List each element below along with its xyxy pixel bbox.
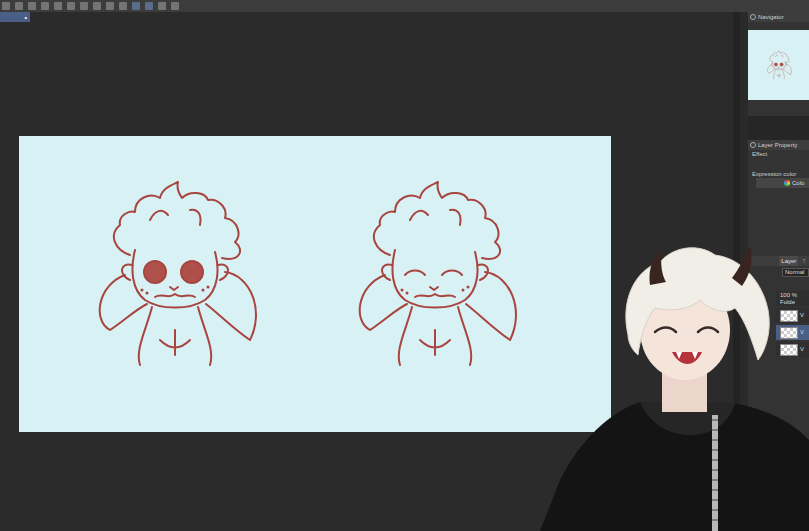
brush-preview	[748, 116, 809, 140]
layer-thumbnail	[780, 310, 798, 322]
tool-icon[interactable]	[132, 2, 140, 10]
tool-icon[interactable]	[2, 2, 10, 10]
tool-icon[interactable]	[54, 2, 62, 10]
layer-name: 100 %	[780, 292, 797, 299]
avatar-overlay	[540, 240, 809, 531]
layer-name: V	[800, 329, 804, 336]
layer-name: V	[800, 346, 804, 353]
chibi-sketch-icon	[350, 180, 520, 370]
layer-row[interactable]: V	[776, 308, 809, 323]
panel-title: Layer Property	[758, 141, 797, 149]
effect-label: Effect	[748, 150, 809, 158]
panel-title: Navigator	[758, 13, 784, 21]
chibi-sketch-icon	[90, 180, 260, 370]
panel-header[interactable]: Navigator	[748, 12, 809, 22]
workspace: •	[0, 12, 733, 531]
color-button[interactable]: Colo	[756, 178, 809, 188]
tool-icon[interactable]	[28, 2, 36, 10]
layer-row[interactable]: V	[776, 342, 809, 357]
tool-icon[interactable]	[93, 2, 101, 10]
navigator-thumbnail[interactable]	[748, 30, 809, 100]
tool-icon[interactable]	[106, 2, 114, 10]
panel-icon	[750, 142, 756, 148]
layer-row[interactable]: V	[776, 325, 809, 340]
blend-mode-value: Normal	[785, 269, 804, 276]
vtuber-avatar-icon	[540, 240, 809, 531]
scrollbar[interactable]	[733, 12, 740, 531]
tool-icon[interactable]	[15, 2, 23, 10]
color-button-label: Colo	[792, 179, 804, 187]
layer-tab[interactable]: Layer	[779, 256, 798, 266]
tool-icon[interactable]	[67, 2, 75, 10]
color-wheel-icon	[784, 180, 790, 186]
blend-mode-dropdown[interactable]: Normal	[782, 268, 809, 277]
layer-thumbnail	[780, 344, 798, 356]
tool-icon[interactable]	[145, 2, 153, 10]
tool-icon[interactable]	[80, 2, 88, 10]
layer-name: V	[800, 312, 804, 319]
layer-row[interactable]: 100 %Folde	[776, 291, 809, 306]
character-sketch	[90, 180, 260, 370]
thumbnail-sketch-icon	[766, 50, 792, 80]
panel-header[interactable]: Layer Property	[748, 140, 809, 150]
character-sketch	[350, 180, 520, 370]
expression-color-label: Expression color	[748, 170, 809, 178]
document-tab[interactable]: •	[0, 12, 30, 22]
tool-icon[interactable]	[119, 2, 127, 10]
panel-icon	[750, 14, 756, 20]
layer-sub: Folde	[780, 299, 797, 306]
tool-icon[interactable]	[41, 2, 49, 10]
tool-icon[interactable]	[158, 2, 166, 10]
layer-thumbnail	[780, 327, 798, 339]
toolbar	[0, 0, 809, 12]
layer-panel: LayerTNormal100 %FoldeVVV	[748, 256, 809, 357]
tool-icon[interactable]	[171, 2, 179, 10]
right-panel: Navigator Layer PropertyEffect Expression …	[740, 12, 809, 531]
tab-mark[interactable]: •	[25, 14, 27, 21]
drawing-canvas[interactable]	[19, 136, 611, 432]
layer-tab[interactable]: T	[800, 256, 808, 266]
